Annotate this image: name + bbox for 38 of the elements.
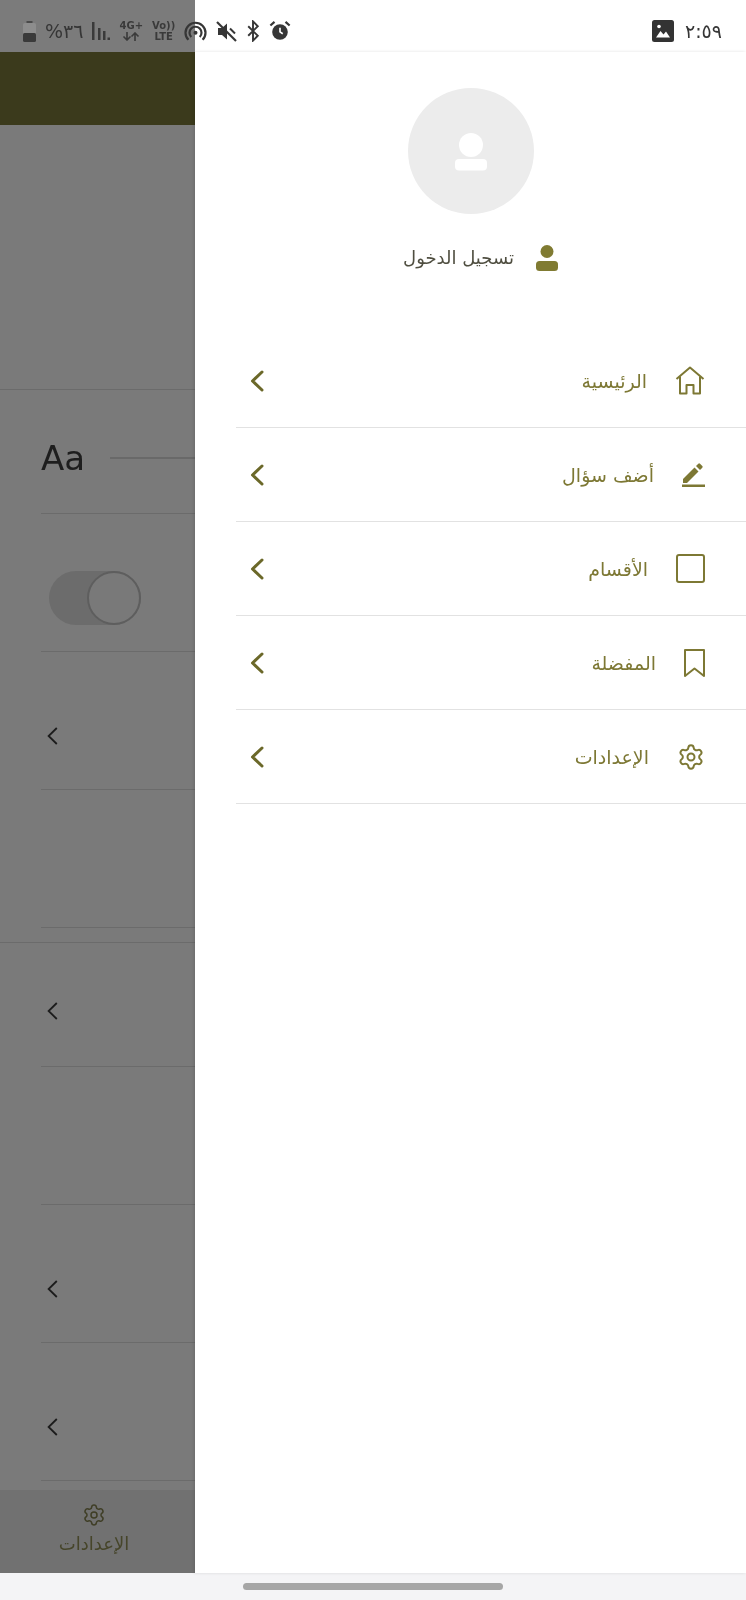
- data-arrows-icon: [122, 32, 141, 41]
- menu-item[interactable]: الأقسام: [236, 522, 746, 616]
- hotspot-icon: [184, 20, 208, 42]
- person-icon: [535, 245, 558, 271]
- menu-item[interactable]: المفضلة: [236, 616, 746, 710]
- chevron-left-icon: [250, 369, 264, 392]
- alarm-clock-icon: [269, 20, 292, 42]
- mute-icon: [216, 20, 238, 42]
- chevron-left-icon: [47, 1279, 58, 1298]
- menu-item[interactable]: الإعدادات: [236, 710, 746, 804]
- chevron-left-icon: [47, 1417, 58, 1436]
- volte-label: Vo)): [152, 20, 176, 31]
- settings-icon: [82, 1503, 106, 1527]
- clock-time: ٢:٥٩: [684, 21, 722, 41]
- toggle-switch[interactable]: [49, 570, 141, 625]
- gesture-handle[interactable]: [243, 1583, 503, 1590]
- battery-percent: %٣٦: [45, 21, 84, 41]
- chevron-left-icon: [250, 745, 264, 768]
- pencil-icon: [682, 462, 705, 487]
- settings-icon: [677, 742, 705, 771]
- square-icon: [676, 554, 705, 583]
- image-icon: [651, 20, 674, 42]
- bluetooth-icon: [246, 20, 261, 42]
- menu-item[interactable]: الرئيسية: [236, 334, 746, 428]
- chevron-left-icon: [250, 557, 264, 580]
- network-type-label: 4G+: [119, 21, 144, 31]
- home-icon: [675, 366, 705, 395]
- chevron-left-icon: [47, 726, 58, 745]
- chevron-left-icon: [47, 1001, 58, 1020]
- chevron-left-icon: [250, 651, 264, 674]
- signal-icon: [92, 22, 111, 40]
- menu-item[interactable]: أضف سؤال: [236, 428, 746, 522]
- bookmark-icon: [684, 648, 705, 677]
- font-size-sample: Aa: [41, 440, 86, 475]
- battery-icon: [23, 20, 36, 42]
- lte-label: LTE: [154, 31, 173, 42]
- chevron-left-icon: [250, 463, 264, 486]
- login-link[interactable]: تسجيل الدخول: [403, 245, 558, 271]
